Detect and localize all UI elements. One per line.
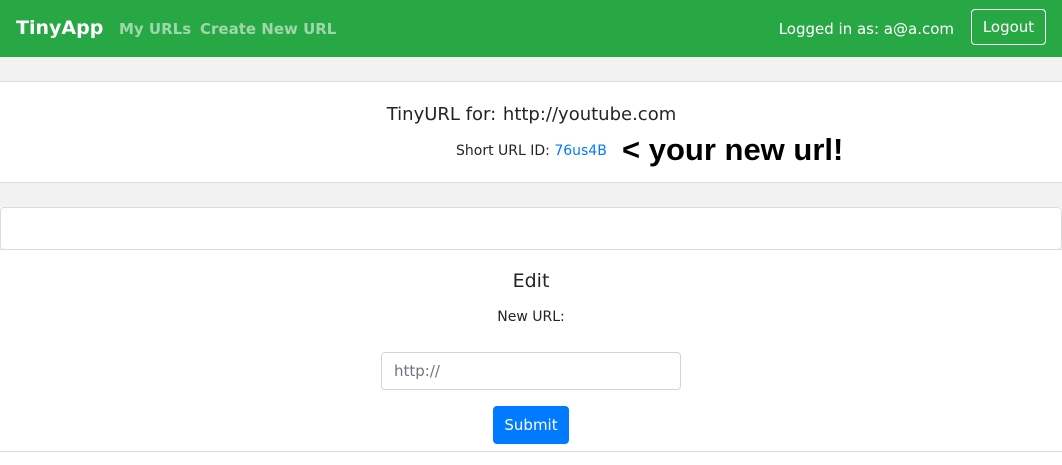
long-url-text: http://youtube.com (502, 104, 677, 125)
short-url-row: Short URL ID: 76us4B (456, 141, 607, 161)
nav-my-urls-link[interactable]: My URLs (119, 19, 191, 39)
tinyurl-heading: TinyURL for: http://youtube.com (0, 103, 1062, 127)
logged-in-status: Logged in as: a@a.com (778, 20, 954, 38)
tinyurl-heading-prefix: TinyURL for: (386, 104, 497, 125)
edit-heading: Edit (512, 270, 550, 292)
brand-link[interactable]: TinyApp (16, 16, 103, 40)
url-info-card: TinyURL for: http://youtube.com Short UR… (0, 81, 1062, 183)
logout-button[interactable]: Logout (971, 9, 1046, 45)
short-url-link[interactable]: 76us4B (554, 143, 607, 159)
section-spacer (0, 57, 1062, 81)
edit-card: Edit New URL: Submit (0, 249, 1062, 452)
submit-button[interactable]: Submit (493, 406, 569, 444)
new-url-label: New URL: (497, 309, 565, 325)
new-url-input[interactable] (381, 352, 681, 390)
top-navbar: TinyApp My URLs Create New URL Logged in… (0, 0, 1062, 57)
short-url-label: Short URL ID: (456, 143, 550, 159)
new-url-annotation: < your new url! (622, 132, 844, 167)
card-header (0, 207, 1062, 250)
section-spacer (0, 183, 1062, 207)
nav-create-new-url-link[interactable]: Create New URL (200, 19, 336, 39)
